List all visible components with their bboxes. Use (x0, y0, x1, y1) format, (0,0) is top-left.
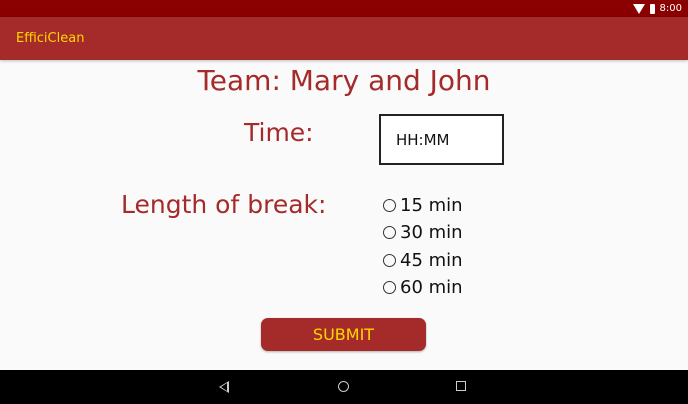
wifi-icon (632, 3, 645, 14)
time-input[interactable] (379, 114, 504, 165)
radio-option-45-min[interactable]: 45 min (383, 247, 463, 274)
break-length-radio-group: 15 min 30 min 45 min 60 min (383, 192, 463, 301)
recents-icon[interactable] (456, 381, 466, 391)
radio-label[interactable]: 15 min (400, 195, 463, 216)
status-bar: 8:00 (0, 0, 688, 17)
radio-option-60-min[interactable]: 60 min (383, 274, 463, 301)
home-icon[interactable] (338, 381, 349, 392)
radio-button-icon[interactable] (383, 226, 396, 240)
app-bar: EfficiClean (0, 17, 688, 60)
battery-icon (649, 3, 655, 14)
radio-button-icon[interactable] (383, 199, 396, 213)
back-icon[interactable] (219, 381, 229, 393)
team-title: Team: Mary and John (197, 64, 491, 97)
radio-option-15-min[interactable]: 15 min (383, 192, 463, 219)
radio-label[interactable]: 30 min (400, 222, 463, 243)
break-length-label: Length of break: (121, 190, 327, 219)
time-label: Time: (244, 118, 314, 147)
submit-button[interactable]: SUBMIT (261, 318, 426, 351)
status-icons: 8:00 (632, 2, 682, 15)
radio-button-icon[interactable] (383, 281, 396, 295)
radio-label[interactable]: 45 min (400, 250, 463, 271)
status-time: 8:00 (659, 3, 682, 14)
radio-label[interactable]: 60 min (400, 277, 463, 298)
navigation-bar (0, 370, 688, 404)
app-title: EfficiClean (16, 31, 85, 46)
radio-option-30-min[interactable]: 30 min (383, 219, 463, 246)
radio-button-icon[interactable] (383, 253, 396, 267)
